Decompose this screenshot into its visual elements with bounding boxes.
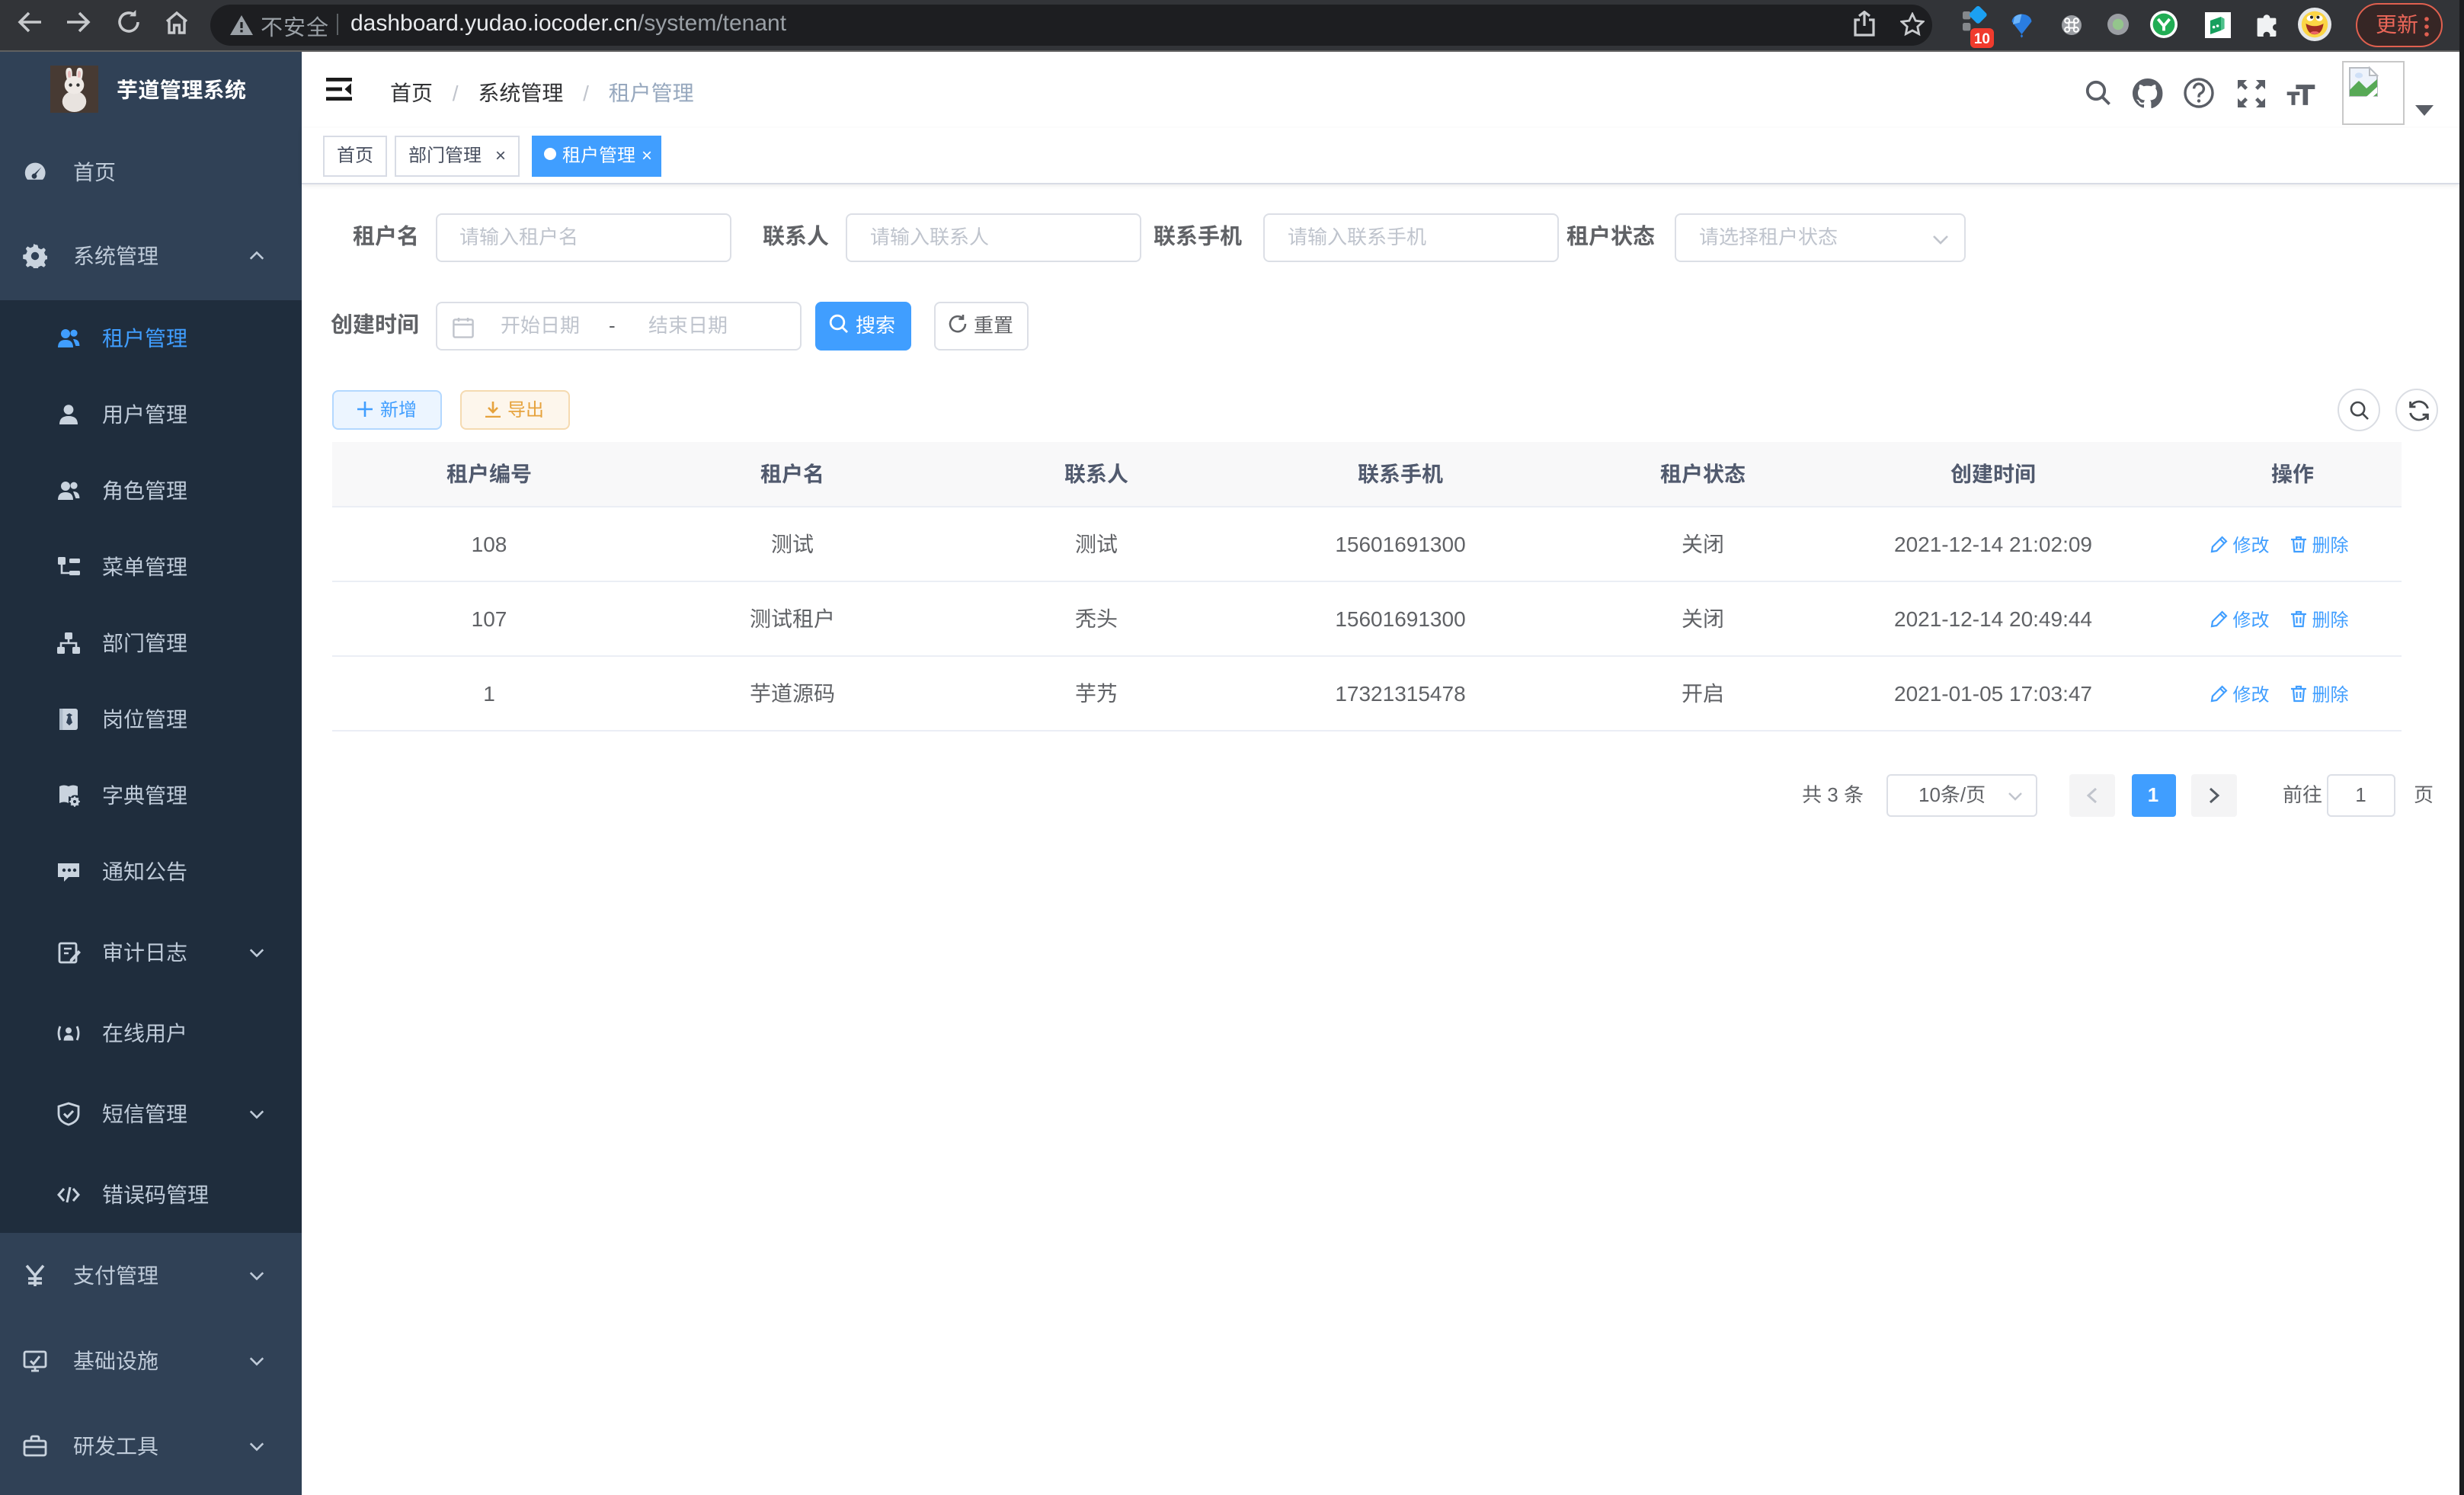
- svg-text:10: 10: [1974, 31, 1990, 47]
